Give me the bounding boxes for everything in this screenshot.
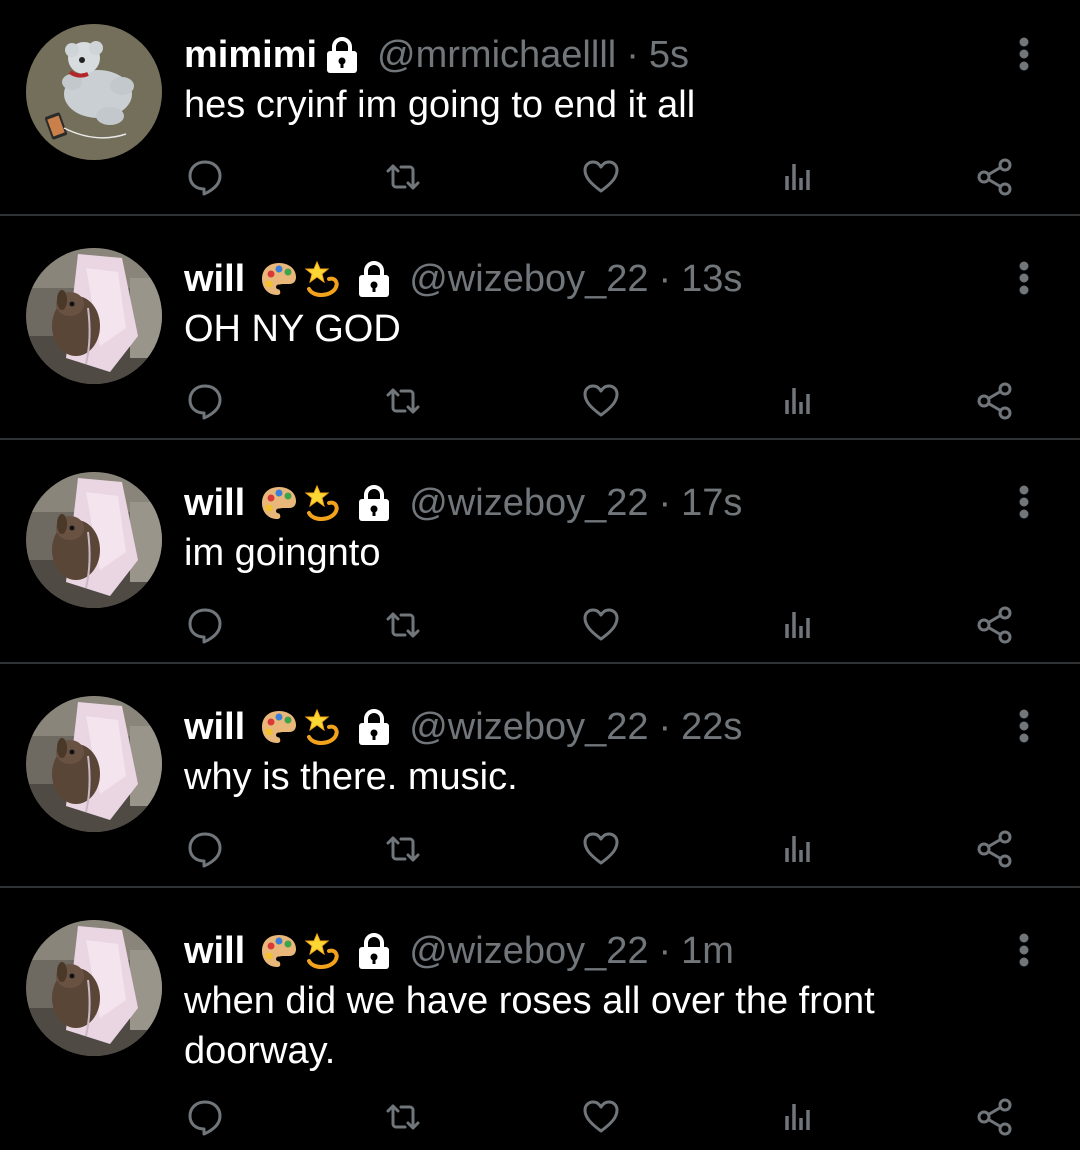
separator-dot: · — [658, 930, 672, 972]
divider — [0, 214, 1080, 216]
tweet-header: mimimi @mrmichaellll · 5s — [184, 30, 689, 80]
timestamp[interactable]: 5s — [649, 30, 689, 80]
lock-icon — [357, 708, 391, 746]
analytics-icon[interactable] — [772, 1092, 822, 1142]
display-name[interactable]: will — [184, 478, 245, 528]
more-options-icon[interactable] — [1004, 32, 1044, 76]
tweet-actions — [0, 376, 1080, 426]
timestamp[interactable]: 1m — [681, 926, 734, 976]
tweet[interactable]: mimimi @mrmichaellll · 5s hes cryinf im … — [0, 10, 1080, 210]
retweet-icon[interactable] — [378, 600, 428, 650]
analytics-icon[interactable] — [772, 376, 822, 426]
tweet[interactable]: will @wizeboy_22 · 1m when did we have r… — [0, 906, 1080, 1150]
bunny-avatar-image — [26, 472, 162, 608]
tweet[interactable]: will @wizeboy_22 · 13s OH NY GOD — [0, 234, 1080, 434]
tweet-actions — [0, 600, 1080, 650]
reply-icon[interactable] — [180, 824, 230, 874]
reply-icon[interactable] — [180, 376, 230, 426]
more-options-icon[interactable] — [1004, 256, 1044, 300]
display-name[interactable]: mimimi — [184, 30, 317, 80]
analytics-icon[interactable] — [772, 152, 822, 202]
dizzy-icon — [303, 483, 343, 523]
artist-palette-icon — [259, 483, 299, 523]
plush-bear-avatar-image — [26, 24, 162, 160]
dizzy-icon — [303, 931, 343, 971]
analytics-icon[interactable] — [772, 824, 822, 874]
tweet-header: will @wizeboy_22 · 1m — [184, 926, 734, 976]
divider — [0, 662, 1080, 664]
like-icon[interactable] — [576, 152, 626, 202]
bunny-avatar-image — [26, 920, 162, 1056]
like-icon[interactable] — [576, 824, 626, 874]
user-handle[interactable]: @wizeboy_22 — [409, 926, 648, 976]
separator-dot: · — [626, 34, 639, 76]
lock-icon — [325, 36, 359, 74]
reply-icon[interactable] — [180, 152, 230, 202]
user-handle[interactable]: @mrmichaellll — [377, 30, 616, 80]
separator-dot: · — [658, 706, 672, 748]
tweet-text: OH NY GOD — [184, 308, 401, 350]
artist-palette-icon — [259, 931, 299, 971]
dizzy-icon — [303, 259, 343, 299]
avatar[interactable] — [26, 696, 162, 832]
tweet-text: why is there. music. — [184, 756, 518, 798]
avatar[interactable] — [26, 920, 162, 1056]
more-options-icon[interactable] — [1004, 704, 1044, 748]
lock-icon — [357, 932, 391, 970]
more-options-icon[interactable] — [1004, 480, 1044, 524]
retweet-icon[interactable] — [378, 152, 428, 202]
analytics-icon[interactable] — [772, 600, 822, 650]
share-icon[interactable] — [970, 376, 1020, 426]
dizzy-icon — [303, 707, 343, 747]
artist-palette-icon — [259, 707, 299, 747]
timeline-feed: mimimi @mrmichaellll · 5s hes cryinf im … — [0, 0, 1080, 1150]
divider — [0, 438, 1080, 440]
more-options-icon[interactable] — [1004, 928, 1044, 972]
timestamp[interactable]: 22s — [681, 702, 742, 752]
tweet-text: hes cryinf im going to end it all — [184, 84, 696, 126]
share-icon[interactable] — [970, 600, 1020, 650]
retweet-icon[interactable] — [378, 1092, 428, 1142]
tweet-header: will @wizeboy_22 · 13s — [184, 254, 742, 304]
avatar[interactable] — [26, 248, 162, 384]
tweet-text: im goingnto — [184, 532, 381, 574]
timestamp[interactable]: 13s — [681, 254, 742, 304]
display-name[interactable]: will — [184, 926, 245, 976]
tweet-actions — [0, 1092, 1080, 1142]
bunny-avatar-image — [26, 696, 162, 832]
avatar[interactable] — [26, 24, 162, 160]
timestamp[interactable]: 17s — [681, 478, 742, 528]
reply-icon[interactable] — [180, 600, 230, 650]
like-icon[interactable] — [576, 600, 626, 650]
user-handle[interactable]: @wizeboy_22 — [409, 254, 648, 304]
tweet-actions — [0, 152, 1080, 202]
separator-dot: · — [658, 482, 672, 524]
divider — [0, 886, 1080, 888]
tweet-header: will @wizeboy_22 · 22s — [184, 702, 742, 752]
tweet-actions — [0, 824, 1080, 874]
share-icon[interactable] — [970, 824, 1020, 874]
like-icon[interactable] — [576, 1092, 626, 1142]
reply-icon[interactable] — [180, 1092, 230, 1142]
retweet-icon[interactable] — [378, 376, 428, 426]
display-name[interactable]: will — [184, 702, 245, 752]
avatar[interactable] — [26, 472, 162, 608]
separator-dot: · — [658, 258, 672, 300]
artist-palette-icon — [259, 259, 299, 299]
user-handle[interactable]: @wizeboy_22 — [409, 702, 648, 752]
share-icon[interactable] — [970, 1092, 1020, 1142]
tweet[interactable]: will @wizeboy_22 · 17s im goingnto — [0, 458, 1080, 658]
like-icon[interactable] — [576, 376, 626, 426]
user-handle[interactable]: @wizeboy_22 — [409, 478, 648, 528]
retweet-icon[interactable] — [378, 824, 428, 874]
tweet-header: will @wizeboy_22 · 17s — [184, 478, 742, 528]
lock-icon — [357, 484, 391, 522]
tweet-text: when did we have roses all over the fron… — [184, 980, 875, 1072]
tweet[interactable]: will @wizeboy_22 · 22s why is there. mus… — [0, 682, 1080, 882]
lock-icon — [357, 260, 391, 298]
share-icon[interactable] — [970, 152, 1020, 202]
display-name[interactable]: will — [184, 254, 245, 304]
bunny-avatar-image — [26, 248, 162, 384]
